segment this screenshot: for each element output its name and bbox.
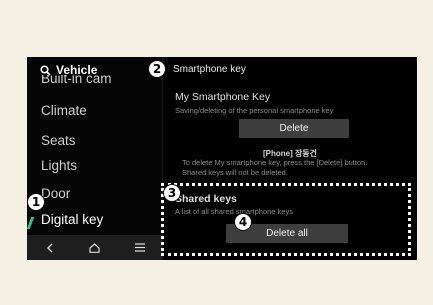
delete-button[interactable]: Delete (239, 119, 349, 138)
menu-button[interactable] (125, 235, 155, 260)
sidebar-item-label: Lights (41, 158, 78, 173)
home-button[interactable] (80, 235, 110, 260)
home-icon (89, 242, 100, 253)
sidebar-item-built-in-cam[interactable]: Built-in cam (41, 75, 112, 88)
callout-marker-1: 1 (27, 193, 45, 211)
search-icon (40, 64, 51, 76)
sidebar-item-seats[interactable]: Seats (41, 133, 76, 148)
sidebar: Vehicle Built-in cam Climate Seats Light… (27, 57, 162, 260)
sidebar-item-label: Door (41, 186, 71, 201)
sidebar-item-climate[interactable]: Climate (41, 103, 87, 118)
callout-marker-3: 3 (163, 184, 181, 202)
shared-keys-highlight (161, 183, 411, 256)
sidebar-item-label: Digital key (41, 212, 104, 227)
sidebar-item-door[interactable]: Door (41, 186, 70, 201)
my-key-title: My Smartphone Key (175, 91, 271, 103)
menu-icon (134, 243, 145, 252)
sidebar-item-label: Seats (41, 133, 76, 148)
back-button[interactable] (35, 235, 65, 260)
sidebar-item-lights[interactable]: Lights (41, 158, 77, 173)
delete-note-line2: Shared keys will not be deleted. (182, 168, 288, 177)
sidebar-item-digital-key[interactable]: Digital key (41, 212, 103, 227)
delete-note-line1: To delete My smartphone key, press the [… (182, 158, 368, 167)
back-icon (46, 243, 52, 252)
bottom-nav-bar (27, 235, 162, 260)
sidebar-item-label: Climate (41, 103, 87, 118)
page-title: Smartphone key (173, 64, 246, 75)
active-indicator (27, 217, 35, 229)
infotainment-screen: Vehicle Built-in cam Climate Seats Light… (27, 57, 417, 260)
callout-marker-2: 2 (148, 60, 166, 78)
sidebar-item-label: Built-in cam (41, 75, 112, 86)
callout-marker-4: 4 (234, 213, 252, 231)
my-key-subtitle: Saving/deleting of the personal smartpho… (175, 106, 334, 115)
